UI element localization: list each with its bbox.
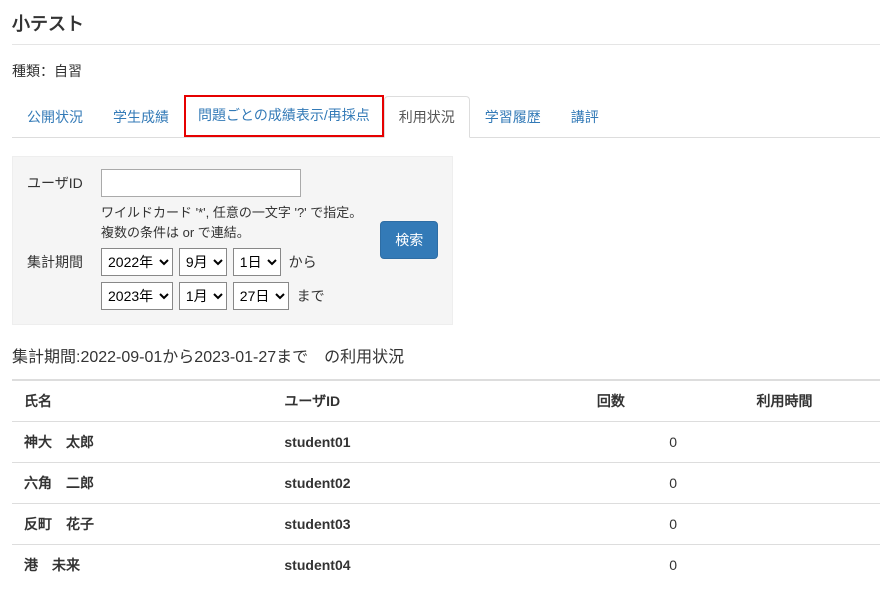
usage-table: 氏名 ユーザID 回数 利用時間 神大 太郎 student01 0 六角 二郎… [12,379,880,585]
table-row: 六角 二郎 student02 0 [12,463,880,504]
th-user-id: ユーザID [272,380,532,422]
cell-user-id: student04 [272,545,532,586]
from-year-select[interactable]: 2022年 [101,248,173,276]
cell-count: 0 [533,545,689,586]
cell-time [689,422,880,463]
user-id-label: ユーザID [27,169,101,193]
th-time: 利用時間 [689,380,880,422]
divider [12,44,880,45]
from-month-select[interactable]: 9月 [179,248,227,276]
tab-usage[interactable]: 利用状況 [384,96,470,138]
date-from-line: 2022年 9月 1日 から [101,248,325,276]
table-row: 港 未来 student04 0 [12,545,880,586]
tabs: 公開状況 学生成績 問題ごとの成績表示/再採点 利用状況 学習履歴 講評 [12,95,880,138]
period-label: 集計期間 [27,248,101,272]
table-row: 神大 太郎 student01 0 [12,422,880,463]
cell-user-id: student03 [272,504,532,545]
to-suffix: まで [297,288,325,304]
user-id-input[interactable] [101,169,301,197]
to-year-select[interactable]: 2023年 [101,282,173,310]
cell-user-id: student01 [272,422,532,463]
date-to-line: 2023年 1月 27日 まで [101,282,325,310]
tab-comments[interactable]: 講評 [556,96,614,138]
cell-name: 六角 二郎 [12,463,272,504]
tab-learning-history[interactable]: 学習履歴 [470,96,556,138]
cell-name: 神大 太郎 [12,422,272,463]
from-day-select[interactable]: 1日 [233,248,281,276]
cell-time [689,545,880,586]
to-month-select[interactable]: 1月 [179,282,227,310]
th-name: 氏名 [12,380,272,422]
page-title: 小テスト [12,10,880,36]
cell-name: 港 未来 [12,545,272,586]
summary-text: 集計期間:2022-09-01から2023-01-27まで の利用状況 [12,343,880,367]
user-id-hint: ワイルドカード '*', 任意の一文字 '?' で指定。 複数の条件は or で… [101,203,362,242]
th-count: 回数 [533,380,689,422]
cell-time [689,463,880,504]
type-value: 自習 [54,63,82,79]
tab-question-grades[interactable]: 問題ごとの成績表示/再採点 [184,95,384,137]
tab-publish-status[interactable]: 公開状況 [12,96,98,138]
table-row: 反町 花子 student03 0 [12,504,880,545]
cell-name: 反町 花子 [12,504,272,545]
filter-panel: ユーザID ワイルドカード '*', 任意の一文字 '?' で指定。 複数の条件… [12,156,453,325]
search-button[interactable]: 検索 [380,221,438,259]
type-label: 種類： [12,63,54,79]
cell-count: 0 [533,504,689,545]
cell-count: 0 [533,422,689,463]
cell-user-id: student02 [272,463,532,504]
tab-student-grades[interactable]: 学生成績 [98,96,184,138]
to-day-select[interactable]: 27日 [233,282,289,310]
cell-time [689,504,880,545]
cell-count: 0 [533,463,689,504]
type-line: 種類：自習 [12,61,880,81]
from-suffix: から [289,254,317,270]
